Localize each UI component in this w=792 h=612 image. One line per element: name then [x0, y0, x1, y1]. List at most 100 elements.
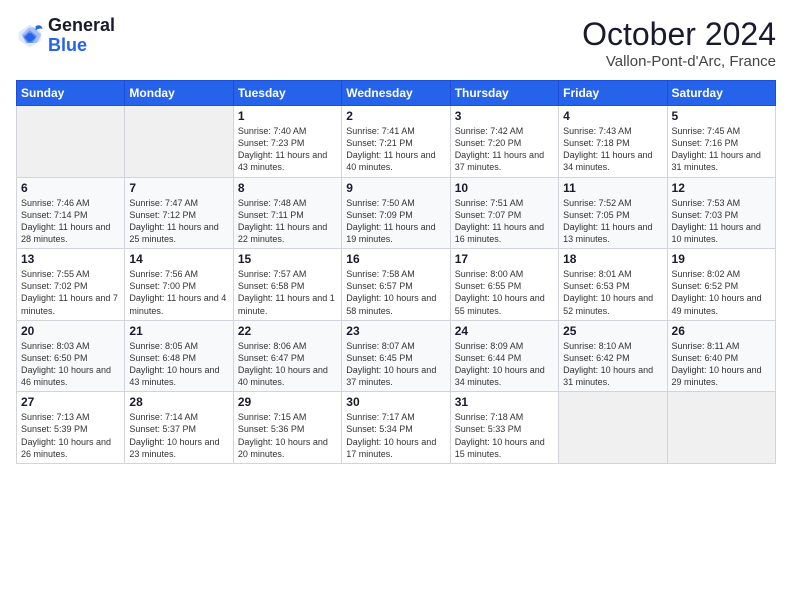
table-cell: 24Sunrise: 8:09 AM Sunset: 6:44 PM Dayli…: [450, 320, 558, 392]
day-number: 10: [455, 181, 554, 195]
col-wednesday: Wednesday: [342, 81, 450, 106]
table-cell: 12Sunrise: 7:53 AM Sunset: 7:03 PM Dayli…: [667, 177, 775, 249]
table-cell: 28Sunrise: 7:14 AM Sunset: 5:37 PM Dayli…: [125, 392, 233, 464]
table-cell: 8 Sunrise: 7:48 AM Sunset: 7:11 PM Daylig…: [233, 177, 341, 249]
calendar-week-1: 1 Sunrise: 7:40 AM Sunset: 7:23 PM Daylig…: [17, 106, 776, 178]
logo-text: General Blue: [48, 16, 115, 56]
table-cell: 22 Sunrise: 8:06 AM Sunset: 6:47 PM Dayli…: [233, 320, 341, 392]
table-cell: 2Sunrise: 7:41 AM Sunset: 7:21 PM Daylig…: [342, 106, 450, 178]
col-thursday: Thursday: [450, 81, 558, 106]
day-info: Sunrise: 8:06 AM Sunset: 6:47 PM Dayligh…: [238, 340, 337, 389]
day-number: 25: [563, 324, 662, 338]
day-number: 23: [346, 324, 445, 338]
table-cell: 7 Sunrise: 7:47 AM Sunset: 7:12 PM Daylig…: [125, 177, 233, 249]
day-info: Sunrise: 7:50 AM Sunset: 7:09 PM Dayligh…: [346, 197, 445, 246]
day-info: Sunrise: 8:10 AM Sunset: 6:42 PM Dayligh…: [563, 340, 662, 389]
table-cell: 26 Sunrise: 8:11 AM Sunset: 6:40 PM Dayli…: [667, 320, 775, 392]
month-title: October 2024: [582, 16, 776, 53]
day-number: 13: [21, 252, 120, 266]
day-number: 4: [563, 109, 662, 123]
table-cell: 4 Sunrise: 7:43 AM Sunset: 7:18 PM Daylig…: [559, 106, 667, 178]
table-cell: 13 Sunrise: 7:55 AM Sunset: 7:02 PM Dayli…: [17, 249, 125, 321]
day-number: 20: [21, 324, 120, 338]
day-number: 31: [455, 395, 554, 409]
table-cell: 15 Sunrise: 7:57 AM Sunset: 6:58 PM Dayli…: [233, 249, 341, 321]
day-number: 17: [455, 252, 554, 266]
day-info: Sunrise: 7:17 AM Sunset: 5:34 PM Dayligh…: [346, 411, 445, 460]
day-info: Sunrise: 7:55 AM Sunset: 7:02 PM Dayligh…: [21, 268, 120, 317]
day-info: Sunrise: 7:46 AM Sunset: 7:14 PM Dayligh…: [21, 197, 120, 246]
day-number: 21: [129, 324, 228, 338]
day-info: Sunrise: 7:48 AM Sunset: 7:11 PM Dayligh…: [238, 197, 337, 246]
day-info: Sunrise: 7:13 AM Sunset: 5:39 PM Dayligh…: [21, 411, 120, 460]
day-info: Sunrise: 7:57 AM Sunset: 6:58 PM Dayligh…: [238, 268, 337, 317]
calendar-week-4: 20 Sunrise: 8:03 AM Sunset: 6:50 PM Dayli…: [17, 320, 776, 392]
table-cell: 14 Sunrise: 7:56 AM Sunset: 7:00 PM Dayli…: [125, 249, 233, 321]
table-cell: 18Sunrise: 8:01 AM Sunset: 6:53 PM Dayli…: [559, 249, 667, 321]
table-cell: 21Sunrise: 8:05 AM Sunset: 6:48 PM Dayli…: [125, 320, 233, 392]
table-cell: 17 Sunrise: 8:00 AM Sunset: 6:55 PM Dayli…: [450, 249, 558, 321]
day-info: Sunrise: 8:11 AM Sunset: 6:40 PM Dayligh…: [672, 340, 771, 389]
day-number: 15: [238, 252, 337, 266]
day-number: 24: [455, 324, 554, 338]
calendar-table: Sunday Monday Tuesday Wednesday Thursday…: [16, 80, 776, 464]
day-info: Sunrise: 7:51 AM Sunset: 7:07 PM Dayligh…: [455, 197, 554, 246]
day-info: Sunrise: 8:00 AM Sunset: 6:55 PM Dayligh…: [455, 268, 554, 317]
day-number: 16: [346, 252, 445, 266]
table-cell: 11Sunrise: 7:52 AM Sunset: 7:05 PM Dayli…: [559, 177, 667, 249]
table-cell: 31 Sunrise: 7:18 AM Sunset: 5:33 PM Dayli…: [450, 392, 558, 464]
table-cell: 30 Sunrise: 7:17 AM Sunset: 5:34 PM Dayli…: [342, 392, 450, 464]
day-info: Sunrise: 8:01 AM Sunset: 6:53 PM Dayligh…: [563, 268, 662, 317]
calendar-week-5: 27 Sunrise: 7:13 AM Sunset: 5:39 PM Dayli…: [17, 392, 776, 464]
day-info: Sunrise: 7:43 AM Sunset: 7:18 PM Dayligh…: [563, 125, 662, 174]
day-info: Sunrise: 7:18 AM Sunset: 5:33 PM Dayligh…: [455, 411, 554, 460]
col-tuesday: Tuesday: [233, 81, 341, 106]
day-info: Sunrise: 8:03 AM Sunset: 6:50 PM Dayligh…: [21, 340, 120, 389]
day-info: Sunrise: 7:47 AM Sunset: 7:12 PM Dayligh…: [129, 197, 228, 246]
table-cell: 27 Sunrise: 7:13 AM Sunset: 5:39 PM Dayli…: [17, 392, 125, 464]
day-info: Sunrise: 7:41 AM Sunset: 7:21 PM Dayligh…: [346, 125, 445, 174]
table-cell: 6 Sunrise: 7:46 AM Sunset: 7:14 PM Daylig…: [17, 177, 125, 249]
day-info: Sunrise: 7:58 AM Sunset: 6:57 PM Dayligh…: [346, 268, 445, 317]
day-info: Sunrise: 8:02 AM Sunset: 6:52 PM Dayligh…: [672, 268, 771, 317]
logo-line2: Blue: [48, 36, 115, 56]
day-number: 22: [238, 324, 337, 338]
day-number: 8: [238, 181, 337, 195]
calendar-header-row: Sunday Monday Tuesday Wednesday Thursday…: [17, 81, 776, 106]
col-sunday: Sunday: [17, 81, 125, 106]
logo: General Blue: [16, 16, 115, 56]
calendar-week-2: 6 Sunrise: 7:46 AM Sunset: 7:14 PM Daylig…: [17, 177, 776, 249]
day-number: 6: [21, 181, 120, 195]
day-number: 30: [346, 395, 445, 409]
table-cell: 16 Sunrise: 7:58 AM Sunset: 6:57 PM Dayli…: [342, 249, 450, 321]
table-cell: [667, 392, 775, 464]
day-number: 3: [455, 109, 554, 123]
day-number: 5: [672, 109, 771, 123]
table-cell: 19 Sunrise: 8:02 AM Sunset: 6:52 PM Dayli…: [667, 249, 775, 321]
day-number: 7: [129, 181, 228, 195]
day-number: 27: [21, 395, 120, 409]
table-cell: 10 Sunrise: 7:51 AM Sunset: 7:07 PM Dayli…: [450, 177, 558, 249]
table-cell: 23Sunrise: 8:07 AM Sunset: 6:45 PM Dayli…: [342, 320, 450, 392]
day-info: Sunrise: 7:45 AM Sunset: 7:16 PM Dayligh…: [672, 125, 771, 174]
day-number: 14: [129, 252, 228, 266]
table-cell: 29Sunrise: 7:15 AM Sunset: 5:36 PM Dayli…: [233, 392, 341, 464]
day-number: 1: [238, 109, 337, 123]
table-cell: 9Sunrise: 7:50 AM Sunset: 7:09 PM Daylig…: [342, 177, 450, 249]
day-info: Sunrise: 7:53 AM Sunset: 7:03 PM Dayligh…: [672, 197, 771, 246]
day-number: 11: [563, 181, 662, 195]
day-number: 26: [672, 324, 771, 338]
table-cell: 20 Sunrise: 8:03 AM Sunset: 6:50 PM Dayli…: [17, 320, 125, 392]
day-info: Sunrise: 7:15 AM Sunset: 5:36 PM Dayligh…: [238, 411, 337, 460]
day-number: 19: [672, 252, 771, 266]
location-subtitle: Vallon-Pont-d'Arc, France: [582, 53, 776, 70]
day-info: Sunrise: 7:40 AM Sunset: 7:23 PM Dayligh…: [238, 125, 337, 174]
page: General Blue October 2024 Vallon-Pont-d'…: [0, 0, 792, 612]
col-friday: Friday: [559, 81, 667, 106]
table-cell: 1 Sunrise: 7:40 AM Sunset: 7:23 PM Daylig…: [233, 106, 341, 178]
day-info: Sunrise: 7:56 AM Sunset: 7:00 PM Dayligh…: [129, 268, 228, 317]
logo-line1: General: [48, 16, 115, 36]
table-cell: 25 Sunrise: 8:10 AM Sunset: 6:42 PM Dayli…: [559, 320, 667, 392]
day-info: Sunrise: 7:42 AM Sunset: 7:20 PM Dayligh…: [455, 125, 554, 174]
col-monday: Monday: [125, 81, 233, 106]
